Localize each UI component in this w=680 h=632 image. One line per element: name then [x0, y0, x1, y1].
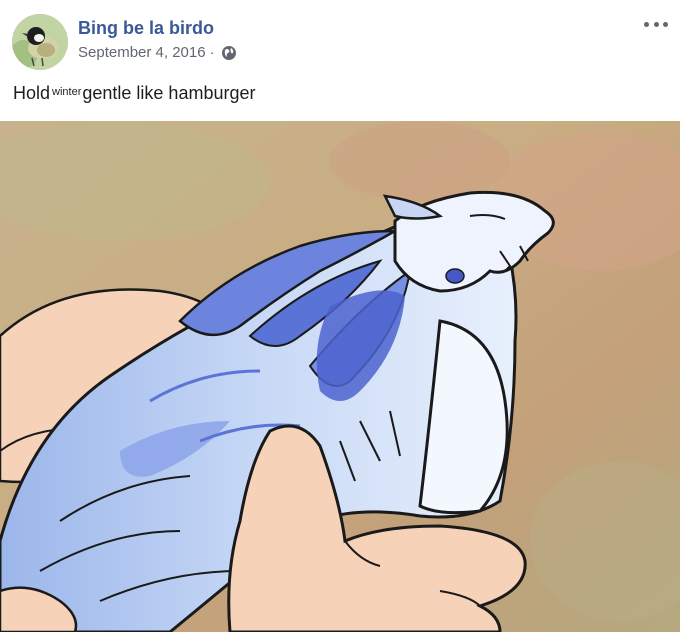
- more-dot: [663, 21, 668, 27]
- post-image[interactable]: [0, 121, 680, 632]
- caption-small-word: winter: [52, 86, 82, 98]
- meta-separator: ·: [209, 44, 215, 61]
- post-caption: Hold wintergentle like hamburger: [13, 83, 255, 104]
- caption-text-start: Hold: [13, 83, 51, 103]
- facebook-post: Bing be la birdo September 4, 2016 · Hol…: [0, 0, 680, 632]
- author-name-link[interactable]: Bing be la birdo: [78, 18, 214, 39]
- post-meta: September 4, 2016 ·: [78, 44, 237, 61]
- more-options-icon[interactable]: [644, 14, 668, 34]
- caption-text-end: gentle like hamburger: [82, 83, 256, 103]
- more-dot: [653, 21, 659, 27]
- bird-avatar-image: [12, 14, 68, 70]
- more-dot: [644, 21, 649, 27]
- dragon-hands-illustration: [0, 121, 680, 632]
- post-date-link[interactable]: September 4, 2016: [78, 44, 206, 61]
- globe-icon[interactable]: [221, 45, 237, 61]
- author-avatar[interactable]: [12, 14, 68, 70]
